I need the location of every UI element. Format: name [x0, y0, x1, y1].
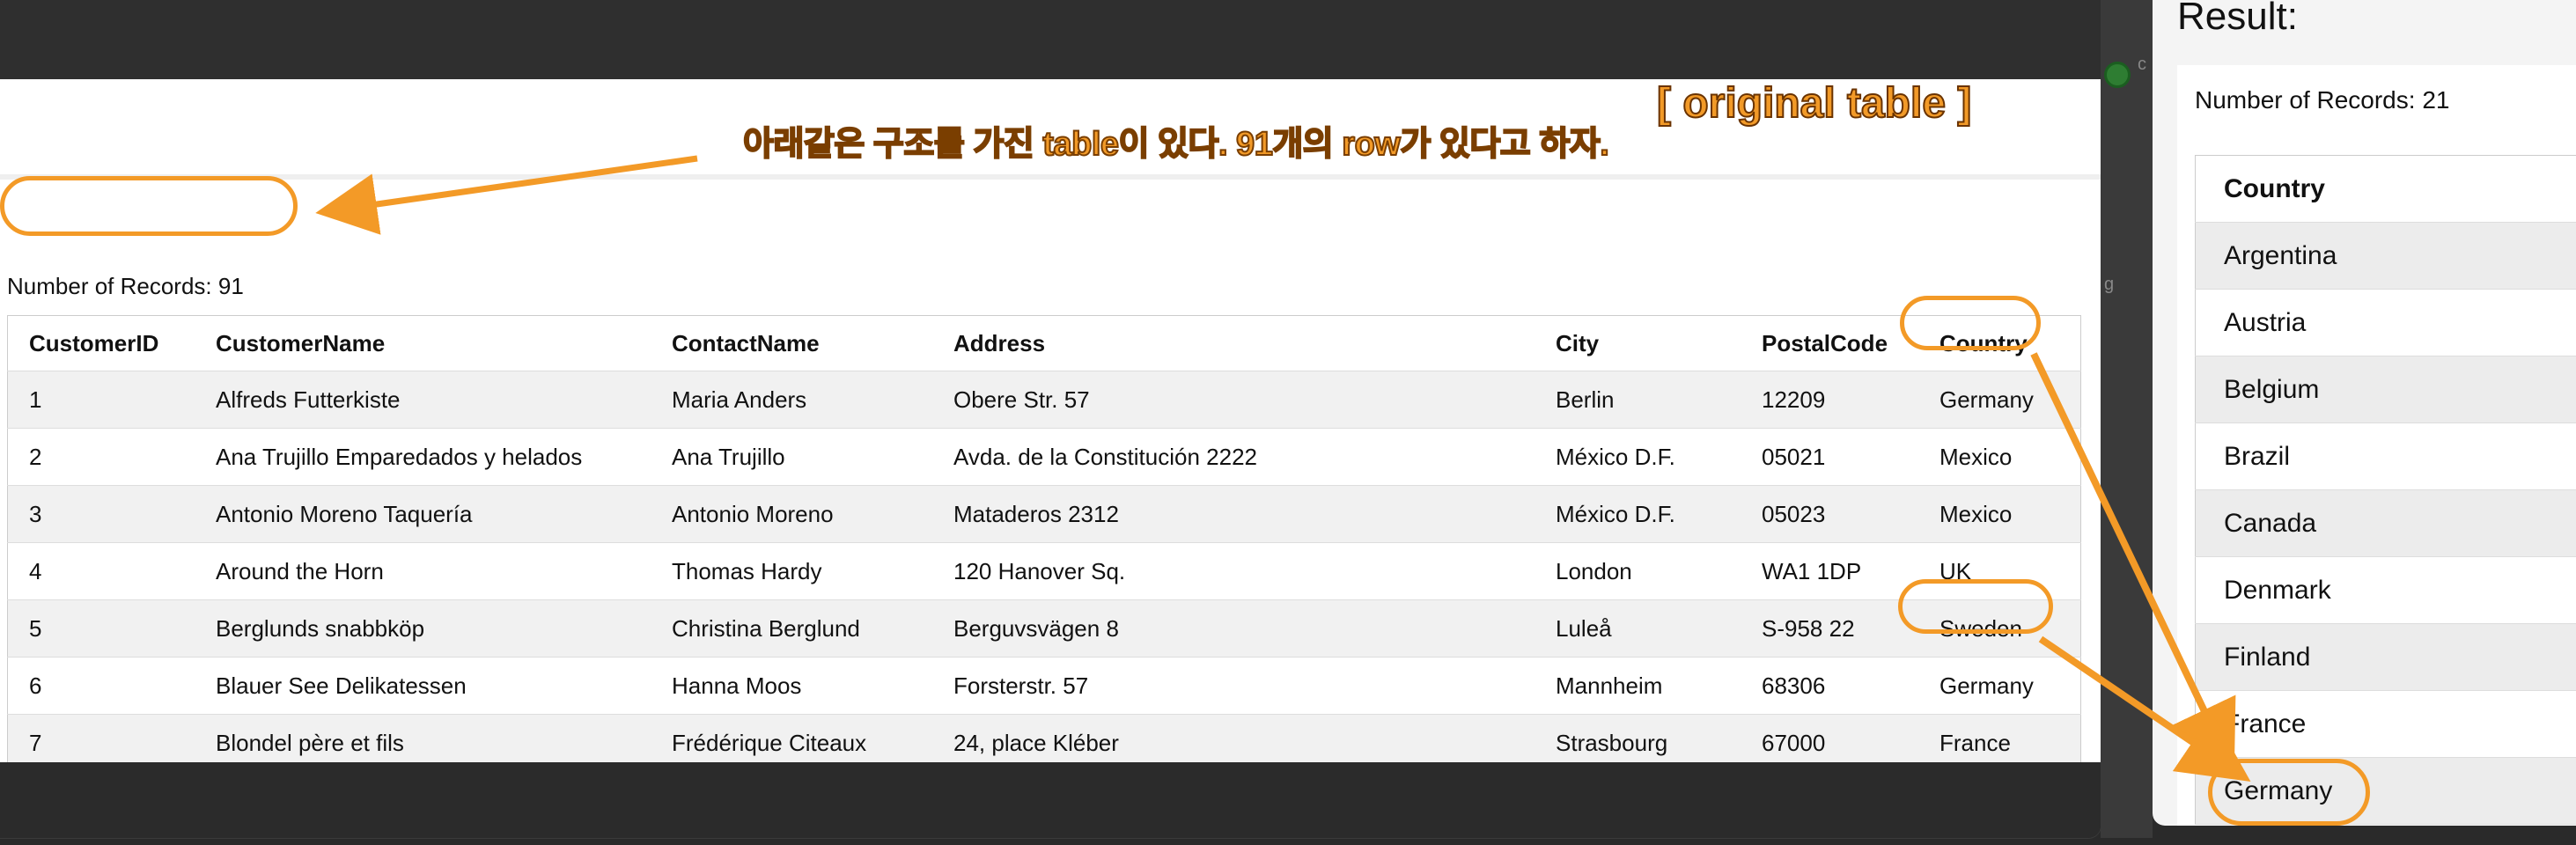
- annotation-arrows: [315, 155, 2251, 782]
- arrow-to-record-count: [315, 155, 698, 235]
- arrow-germany-row1-to-result: [2030, 352, 2236, 774]
